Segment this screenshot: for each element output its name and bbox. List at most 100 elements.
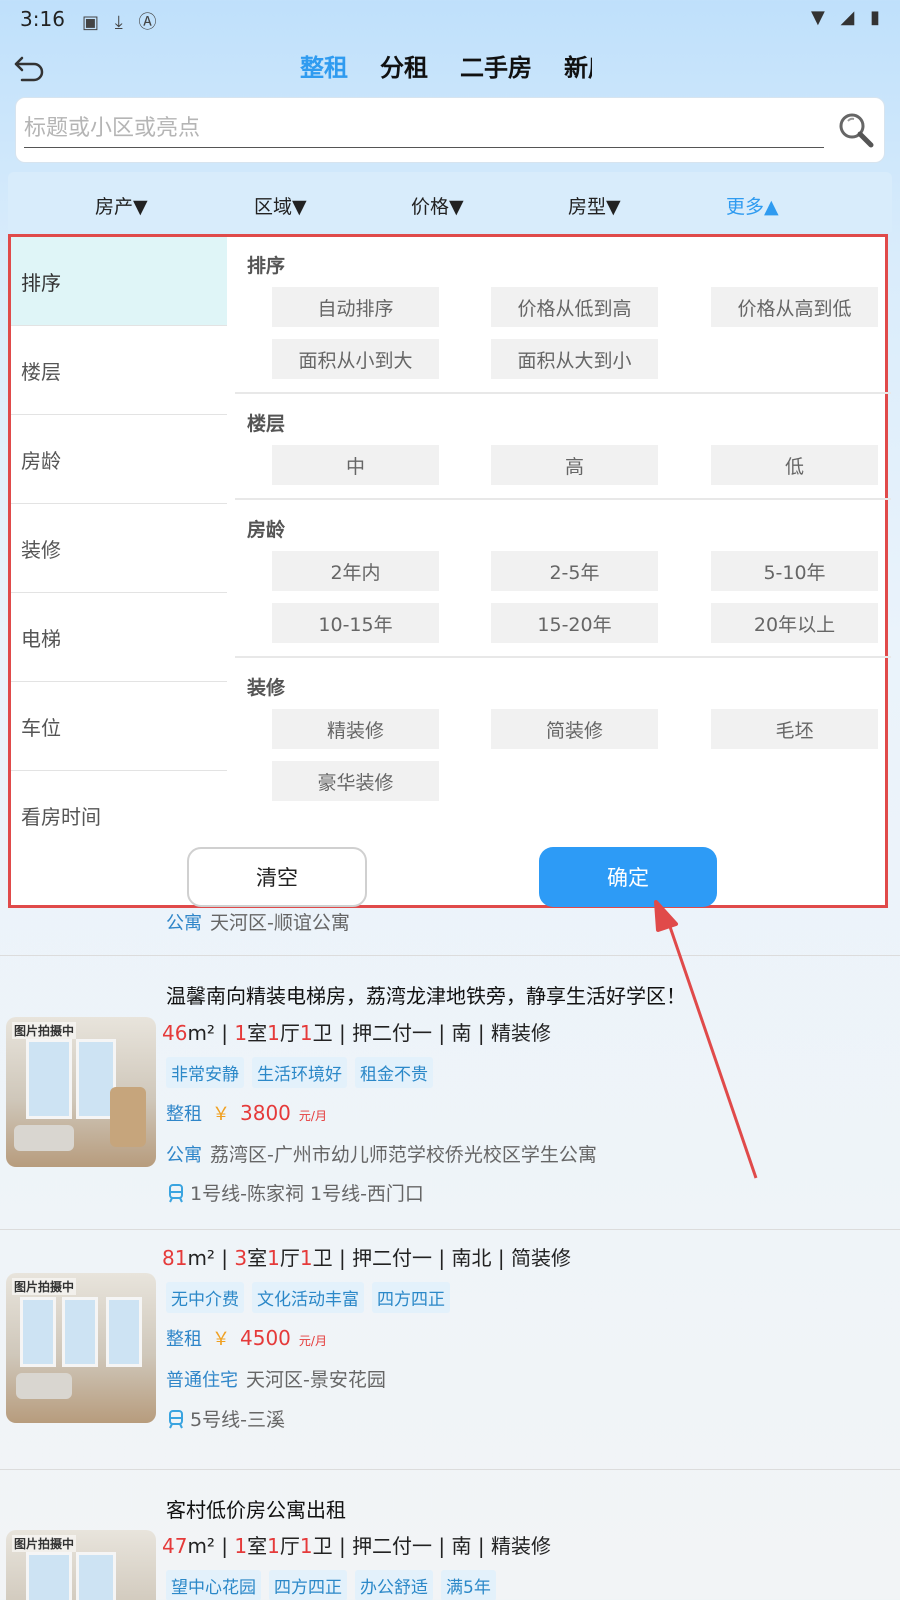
- tab-fenzu[interactable]: 分租: [380, 48, 428, 83]
- status-time: 3:16: [20, 7, 65, 31]
- listing-address-row: 普通住宅 天河区-景安花园: [166, 1365, 386, 1392]
- rent-type: 整租: [166, 1329, 202, 1350]
- filter-more[interactable]: 更多▲: [726, 192, 779, 219]
- top-tabs: 整租 分租 二手房 新房: [300, 48, 592, 83]
- option-unfinished[interactable]: 毛坯: [711, 709, 878, 749]
- metro-row: 5号线-三溪: [166, 1405, 285, 1432]
- menu-item-age[interactable]: 房龄: [11, 415, 227, 504]
- section-title-sort: 排序: [247, 255, 286, 277]
- filter-price[interactable]: 价格▼: [411, 192, 464, 219]
- tab-zhengzu[interactable]: 整租: [300, 48, 348, 83]
- tab-ershoufang[interactable]: 二手房: [460, 48, 532, 83]
- listing-item[interactable]: 图片拍摄中 客村低价房公寓出租 47m² | 1室1厅1卫 | 押二付一 | 南…: [0, 1470, 900, 1600]
- tag: 文化活动丰富: [252, 1282, 364, 1313]
- option-area-desc[interactable]: 面积从大到小: [491, 339, 658, 379]
- a-icon: Ⓐ: [138, 12, 157, 33]
- option-age-5-10[interactable]: 5-10年: [711, 551, 878, 591]
- menu-item-sort[interactable]: 排序: [11, 237, 227, 326]
- tag: 四方四正: [269, 1570, 347, 1600]
- photo-pending-label: 图片拍摄中: [12, 1535, 77, 1552]
- option-luxury-decor[interactable]: 豪华装修: [272, 761, 439, 801]
- menu-item-elevator[interactable]: 电梯: [11, 593, 227, 682]
- metro-lines: 1号线-陈家祠 1号线-西门口: [190, 1183, 424, 1205]
- back-arrow-icon[interactable]: [12, 50, 48, 86]
- metro-row: 1号线-陈家祠 1号线-西门口: [166, 1179, 424, 1206]
- photo-pending-label: 图片拍摄中: [12, 1278, 77, 1295]
- listing-photo: 图片拍摄中: [6, 1017, 156, 1167]
- status-bar: 3:16 ▣ ⤓ Ⓐ ▼ ◢ ▮: [0, 0, 900, 36]
- option-fine-decor[interactable]: 精装修: [272, 709, 439, 749]
- price-row: 整租 ￥ 3800 元/月: [166, 1100, 327, 1126]
- currency: ￥: [212, 1329, 230, 1350]
- filter-category-menu: 排序 楼层 房龄 装修 电梯 车位 看房时间: [11, 237, 227, 860]
- listing-item-partial[interactable]: 公寓 天河区-顺谊公寓: [0, 908, 900, 956]
- menu-item-viewing-time[interactable]: 看房时间: [11, 771, 227, 860]
- menu-item-parking[interactable]: 车位: [11, 682, 227, 771]
- search-input[interactable]: [24, 110, 824, 148]
- download-icon: ⤓: [114, 12, 123, 33]
- listing-specs: 81m² | 3室1厅1卫 | 押二付一 | 南北 | 简装修: [162, 1246, 571, 1270]
- listing-item[interactable]: 图片拍摄中 温馨南向精装电梯房，荔湾龙津地铁旁，静享生活好学区！ 46m² | …: [0, 956, 900, 1230]
- listing-tags: 望中心花园 四方四正 办公舒适 满5年: [166, 1570, 504, 1600]
- tag: 望中心花园: [166, 1570, 261, 1600]
- currency: ￥: [212, 1104, 230, 1125]
- divider: [235, 392, 891, 394]
- metro-icon: [169, 1183, 183, 1202]
- section-title-decoration: 装修: [247, 677, 286, 699]
- clear-button[interactable]: 清空: [187, 847, 367, 907]
- option-floor-mid[interactable]: 中: [272, 445, 439, 485]
- tag: 非常安静: [166, 1057, 244, 1088]
- listing-address: 荔湾区-广州市幼儿师范学校侨光校区学生公寓: [210, 1144, 597, 1166]
- filter-region[interactable]: 区域▼: [254, 192, 307, 219]
- tab-xinfang[interactable]: 新房: [564, 48, 592, 83]
- price: 4500: [240, 1326, 291, 1350]
- section-title-floor: 楼层: [247, 413, 286, 435]
- price-unit: 元/月: [298, 1109, 327, 1123]
- listing-address: 天河区-顺谊公寓: [210, 912, 350, 934]
- listing-tags: 无中介费 文化活动丰富 四方四正: [166, 1282, 458, 1313]
- photo-pending-label: 图片拍摄中: [12, 1022, 77, 1039]
- option-age-20-plus[interactable]: 20年以上: [711, 603, 878, 643]
- more-filter-panel: 排序 楼层 房龄 装修 电梯 车位 看房时间 排序 自动排序 价格从低到高 价格…: [8, 234, 891, 908]
- option-price-asc[interactable]: 价格从低到高: [491, 287, 658, 327]
- listing-specs: 46m² | 1室1厅1卫 | 押二付一 | 南 | 精装修: [162, 1021, 551, 1045]
- divider: [235, 656, 891, 658]
- option-age-2-5[interactable]: 2-5年: [491, 551, 658, 591]
- rent-type: 整租: [166, 1104, 202, 1125]
- option-simple-decor[interactable]: 简装修: [491, 709, 658, 749]
- confirm-button[interactable]: 确定: [539, 847, 717, 907]
- battery-icon: ▮: [870, 7, 880, 28]
- filter-layout[interactable]: 房型▼: [568, 192, 621, 219]
- listing-title: 客村低价房公寓出租: [166, 1498, 346, 1522]
- listing-address-row: 公寓 荔湾区-广州市幼儿师范学校侨光校区学生公寓: [166, 1140, 597, 1167]
- option-price-desc[interactable]: 价格从高到低: [711, 287, 878, 327]
- tag: 办公舒适: [355, 1570, 433, 1600]
- listing-photo: 图片拍摄中: [6, 1530, 156, 1600]
- option-floor-low[interactable]: 低: [711, 445, 878, 485]
- menu-item-floor[interactable]: 楼层: [11, 326, 227, 415]
- property-type: 公寓: [166, 1145, 202, 1166]
- filter-property[interactable]: 房产▼: [95, 192, 148, 219]
- filter-bar: 房产▼ 区域▼ 价格▼ 房型▼ 更多▲: [8, 172, 892, 232]
- listing-title: 温馨南向精装电梯房，荔湾龙津地铁旁，静享生活好学区！: [166, 984, 686, 1008]
- tag: 无中介费: [166, 1282, 244, 1313]
- property-type: 普通住宅: [166, 1370, 238, 1391]
- listing-specs: 47m² | 1室1厅1卫 | 押二付一 | 南 | 精装修: [162, 1534, 551, 1558]
- listing-item[interactable]: 图片拍摄中 81m² | 3室1厅1卫 | 押二付一 | 南北 | 简装修 无中…: [0, 1230, 900, 1470]
- tag: 租金不贵: [355, 1057, 433, 1088]
- search-box: [15, 97, 885, 163]
- search-icon[interactable]: [836, 110, 876, 150]
- option-age-10-15[interactable]: 10-15年: [272, 603, 439, 643]
- tag: 生活环境好: [252, 1057, 347, 1088]
- listing-photo: 图片拍摄中: [6, 1273, 156, 1423]
- price: 3800: [240, 1101, 291, 1125]
- metro-lines: 5号线-三溪: [190, 1409, 285, 1431]
- listing-address: 天河区-景安花园: [246, 1369, 386, 1391]
- option-age-15-20[interactable]: 15-20年: [491, 603, 658, 643]
- option-age-2[interactable]: 2年内: [272, 551, 439, 591]
- option-area-asc[interactable]: 面积从小到大: [272, 339, 439, 379]
- metro-icon: [169, 1409, 183, 1428]
- option-floor-high[interactable]: 高: [491, 445, 658, 485]
- menu-item-decoration[interactable]: 装修: [11, 504, 227, 593]
- option-auto-sort[interactable]: 自动排序: [272, 287, 439, 327]
